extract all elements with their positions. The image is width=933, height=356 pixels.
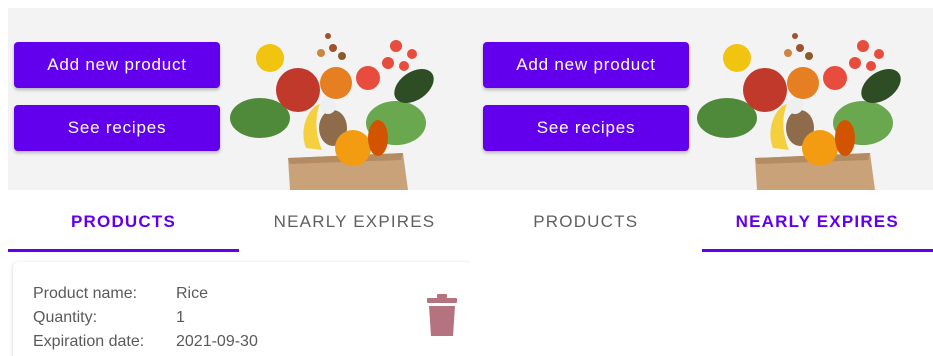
product-name-row: Product name: Rice	[33, 282, 258, 306]
expiration-date-row: Expiration date: 2021-09-30	[33, 330, 258, 354]
tab-nearly-expires[interactable]: NEARLY EXPIRES	[701, 190, 933, 253]
tab-bar: PRODUCTS NEARLY EXPIRES	[470, 190, 933, 253]
tab-products-label: PRODUCTS	[71, 211, 176, 231]
product-name-label: Product name:	[33, 285, 138, 302]
screen-products-tab: Add new product See recipes PRODUCTS NEA…	[0, 0, 470, 356]
tab-nearly-expires-label: NEARLY EXPIRES	[273, 211, 436, 231]
active-tab-indicator	[701, 249, 933, 252]
add-new-product-button[interactable]: Add new product	[14, 42, 220, 88]
see-recipes-button[interactable]: See recipes	[483, 105, 689, 151]
tab-products[interactable]: PRODUCTS	[470, 190, 702, 253]
trash-icon[interactable]	[427, 294, 457, 336]
tab-nearly-expires[interactable]: NEARLY EXPIRES	[239, 190, 470, 253]
product-name-value: Rice	[176, 285, 209, 302]
hero-banner: Add new product See recipes	[470, 8, 933, 190]
active-tab-indicator	[8, 249, 239, 252]
see-recipes-button[interactable]: See recipes	[14, 105, 220, 151]
add-new-product-button[interactable]: Add new product	[483, 42, 689, 88]
hero-banner: Add new product See recipes	[8, 8, 470, 190]
tab-bar: PRODUCTS NEARLY EXPIRES	[8, 190, 470, 253]
screen-nearly-expires-tab: Add new product See recipes PRODUCTS NEA…	[470, 0, 933, 356]
quantity-label: Quantity:	[33, 309, 98, 326]
produce-bag-image	[697, 33, 901, 190]
tab-products-label: PRODUCTS	[533, 211, 639, 231]
product-card: Product name: Rice Quantity: 1 Expiratio…	[13, 262, 470, 356]
tab-products[interactable]: PRODUCTS	[8, 190, 239, 253]
expiration-date-value: 2021-09-30	[176, 333, 258, 350]
produce-bag-image	[230, 33, 434, 190]
quantity-value: 1	[176, 309, 185, 326]
expiration-date-label: Expiration date:	[33, 333, 145, 350]
tab-nearly-expires-label: NEARLY EXPIRES	[735, 211, 899, 231]
quantity-row: Quantity: 1	[33, 306, 258, 330]
